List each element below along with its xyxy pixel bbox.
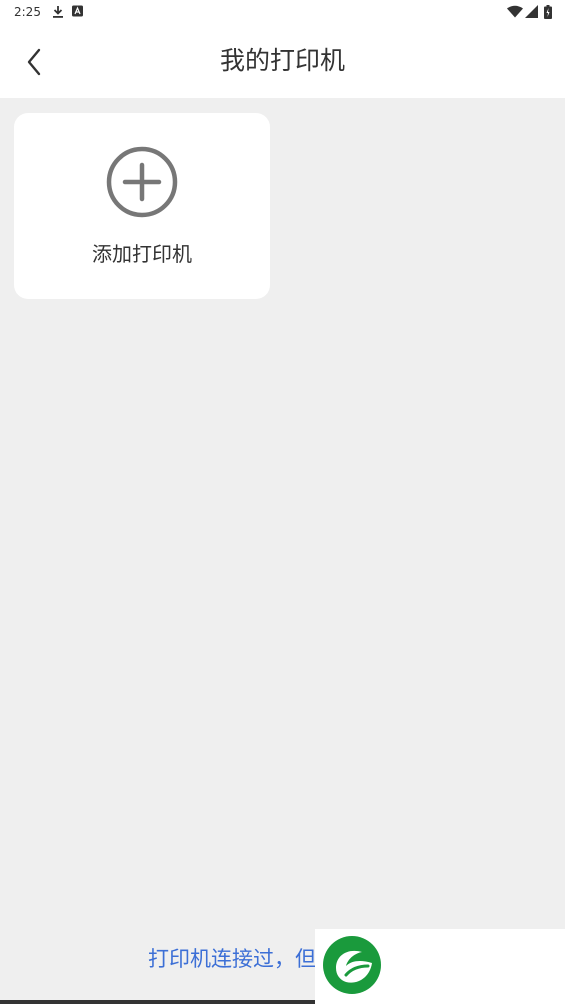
page-title: 我的打印机 — [219, 46, 345, 75]
wifi-icon — [507, 5, 523, 18]
add-printer-label: 添加打印机 — [92, 242, 192, 266]
leaf-logo-icon — [323, 936, 381, 994]
status-time: 2:25 — [14, 5, 41, 19]
battery-icon — [544, 5, 552, 19]
status-bar: 2:25 — [0, 0, 565, 24]
chevron-left-icon — [27, 48, 41, 76]
app-header: 我的打印机 — [0, 24, 565, 98]
back-button[interactable] — [14, 42, 54, 82]
a-icon — [72, 5, 83, 17]
navigation-bar-line — [0, 1000, 315, 1004]
screen: 2:25 我的打印机 添加打印机 打印机连接过，但 — [0, 0, 565, 1004]
download-icon — [53, 6, 63, 18]
signal-icon — [525, 5, 538, 18]
plus-circle-icon — [106, 146, 178, 218]
add-printer-card[interactable]: 添加打印机 — [14, 113, 270, 299]
logo-overlay — [315, 929, 565, 1004]
